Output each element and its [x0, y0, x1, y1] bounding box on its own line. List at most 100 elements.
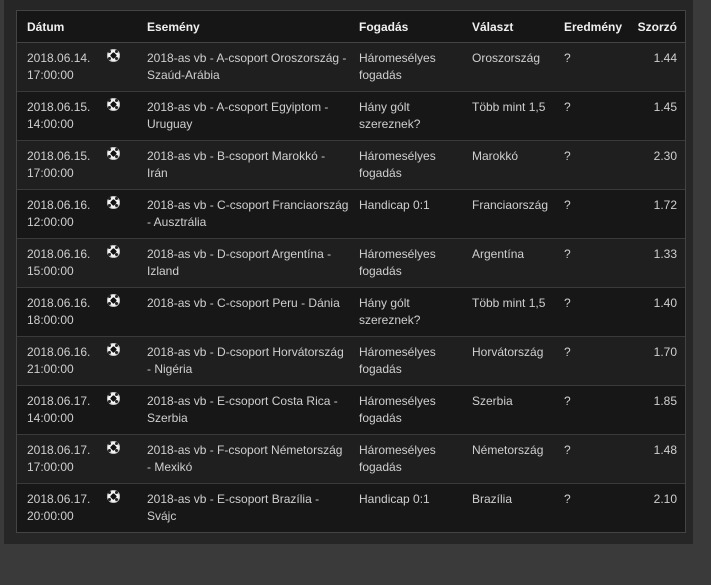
event-text: 2018-as vb - D-csoport Horvátország - Ni…	[147, 345, 344, 376]
table-row[interactable]: 2018.06.15. 14:00:00 2018-as vb - A-csopo…	[17, 91, 685, 141]
choice-text: Oroszország	[472, 51, 541, 65]
table-row[interactable]: 2018.06.17. 14:00:00 2018-as vb - E-csopo…	[17, 385, 685, 435]
column-header-event[interactable]: Esemény	[137, 11, 349, 43]
result-cell: ?	[554, 287, 620, 337]
bet-type-text: Háromesélyes fogadás	[359, 345, 436, 376]
column-header-bet[interactable]: Fogadás	[349, 11, 462, 43]
date-text: 2018.06.14. 17:00:00	[27, 51, 91, 82]
odds-text: 2.30	[653, 149, 677, 163]
result-text: ?	[564, 394, 571, 408]
date-text: 2018.06.17. 17:00:00	[27, 443, 91, 474]
bet-type-cell: Háromesélyes fogadás	[349, 385, 462, 435]
date-cell: 2018.06.17. 17:00:00	[17, 434, 107, 484]
result-cell: ?	[554, 434, 620, 484]
date-cell: 2018.06.16. 21:00:00	[17, 336, 107, 386]
table-row[interactable]: 2018.06.16. 18:00:00 2018-as vb - C-csopo…	[17, 287, 685, 337]
choice-cell: Oroszország	[462, 42, 554, 92]
soccer-ball-icon	[107, 392, 120, 405]
event-text: 2018-as vb - A-csoport Egyiptom - Urugua…	[147, 100, 329, 131]
bet-type-text: Handicap 0:1	[359, 492, 430, 506]
soccer-ball-icon	[107, 343, 120, 356]
choice-cell: Németország	[462, 434, 554, 484]
sport-icon-cell	[107, 287, 137, 337]
soccer-ball-icon	[107, 98, 120, 111]
bets-table-container: Dátum Esemény Fogadás Választ Eredmény S…	[16, 10, 686, 533]
bet-type-cell: Háromesélyes fogadás	[349, 238, 462, 288]
event-cell: 2018-as vb - E-csoport Brazília - Svájc	[137, 483, 349, 532]
date-cell: 2018.06.17. 14:00:00	[17, 385, 107, 435]
table-row[interactable]: 2018.06.17. 17:00:00 2018-as vb - F-csopo…	[17, 434, 685, 484]
date-text: 2018.06.16. 15:00:00	[27, 247, 91, 278]
sport-icon-cell	[107, 336, 137, 386]
choice-cell: Argentína	[462, 238, 554, 288]
event-cell: 2018-as vb - A-csoport Egyiptom - Urugua…	[137, 91, 349, 141]
event-cell: 2018-as vb - A-csoport Oroszország - Sza…	[137, 42, 349, 92]
result-cell: ?	[554, 42, 620, 92]
choice-text: Több mint 1,5	[472, 296, 546, 310]
result-text: ?	[564, 345, 571, 359]
date-text: 2018.06.15. 17:00:00	[27, 149, 91, 180]
table-row[interactable]: 2018.06.15. 17:00:00 2018-as vb - B-csopo…	[17, 140, 685, 190]
column-header-odds[interactable]: Szorzó	[620, 11, 685, 43]
choice-cell: Marokkó	[462, 140, 554, 190]
date-cell: 2018.06.17. 20:00:00	[17, 483, 107, 532]
sport-icon-cell	[107, 434, 137, 484]
date-text: 2018.06.17. 14:00:00	[27, 394, 91, 425]
bet-type-text: Hány gólt szereznek?	[359, 100, 421, 131]
table-header: Dátum Esemény Fogadás Választ Eredmény S…	[17, 11, 685, 43]
choice-text: Marokkó	[472, 149, 519, 163]
odds-cell: 1.72	[620, 189, 685, 239]
column-header-icon	[107, 11, 137, 43]
soccer-ball-icon	[107, 196, 120, 209]
odds-text: 1.48	[653, 443, 677, 457]
choice-text: Több mint 1,5	[472, 100, 546, 114]
result-text: ?	[564, 492, 571, 506]
column-header-result[interactable]: Eredmény	[554, 11, 622, 43]
date-text: 2018.06.16. 21:00:00	[27, 345, 91, 376]
odds-cell: 1.40	[620, 287, 685, 337]
date-cell: 2018.06.16. 15:00:00	[17, 238, 107, 288]
sport-icon-cell	[107, 42, 137, 92]
odds-cell: 1.45	[620, 91, 685, 141]
odds-cell: 1.85	[620, 385, 685, 435]
result-cell: ?	[554, 91, 620, 141]
bets-table: Dátum Esemény Fogadás Választ Eredmény S…	[17, 11, 685, 532]
bet-type-text: Háromesélyes fogadás	[359, 443, 436, 474]
date-cell: 2018.06.16. 18:00:00	[17, 287, 107, 337]
bet-type-text: Háromesélyes fogadás	[359, 394, 436, 425]
result-cell: ?	[554, 483, 620, 532]
event-cell: 2018-as vb - C-csoport Peru - Dánia	[137, 287, 349, 337]
table-row[interactable]: 2018.06.16. 15:00:00 2018-as vb - D-csopo…	[17, 238, 685, 288]
soccer-ball-icon	[107, 245, 120, 258]
odds-cell: 1.48	[620, 434, 685, 484]
odds-text: 1.44	[653, 51, 677, 65]
result-text: ?	[564, 198, 571, 212]
column-header-date[interactable]: Dátum	[17, 11, 107, 43]
event-cell: 2018-as vb - E-csoport Costa Rica - Szer…	[137, 385, 349, 435]
odds-cell: 2.30	[620, 140, 685, 190]
event-text: 2018-as vb - C-csoport Franciaország - A…	[147, 198, 349, 229]
bet-type-text: Handicap 0:1	[359, 198, 430, 212]
choice-cell: Több mint 1,5	[462, 91, 554, 141]
bet-type-text: Hány gólt szereznek?	[359, 296, 421, 327]
date-text: 2018.06.16. 18:00:00	[27, 296, 91, 327]
date-cell: 2018.06.14. 17:00:00	[17, 42, 107, 92]
table-row[interactable]: 2018.06.17. 20:00:00 2018-as vb - E-csopo…	[17, 483, 685, 532]
column-header-choice[interactable]: Választ	[462, 11, 554, 43]
result-text: ?	[564, 100, 571, 114]
result-cell: ?	[554, 336, 620, 386]
bets-panel: Dátum Esemény Fogadás Választ Eredmény S…	[4, 0, 693, 544]
odds-text: 1.70	[653, 345, 677, 359]
event-cell: 2018-as vb - D-csoport Horvátország - Ni…	[137, 336, 349, 386]
event-cell: 2018-as vb - C-csoport Franciaország - A…	[137, 189, 349, 239]
event-text: 2018-as vb - E-csoport Costa Rica - Szer…	[147, 394, 338, 425]
odds-cell: 2.10	[620, 483, 685, 532]
table-row[interactable]: 2018.06.14. 17:00:00 2018-as vb - A-csopo…	[17, 42, 685, 92]
result-cell: ?	[554, 238, 620, 288]
choice-text: Szerbia	[472, 394, 513, 408]
table-body: 2018.06.14. 17:00:00 2018-as vb - A-csopo…	[17, 42, 685, 532]
date-cell: 2018.06.15. 17:00:00	[17, 140, 107, 190]
choice-cell: Brazília	[462, 483, 554, 532]
table-row[interactable]: 2018.06.16. 12:00:00 2018-as vb - C-csopo…	[17, 189, 685, 239]
table-row[interactable]: 2018.06.16. 21:00:00 2018-as vb - D-csopo…	[17, 336, 685, 386]
